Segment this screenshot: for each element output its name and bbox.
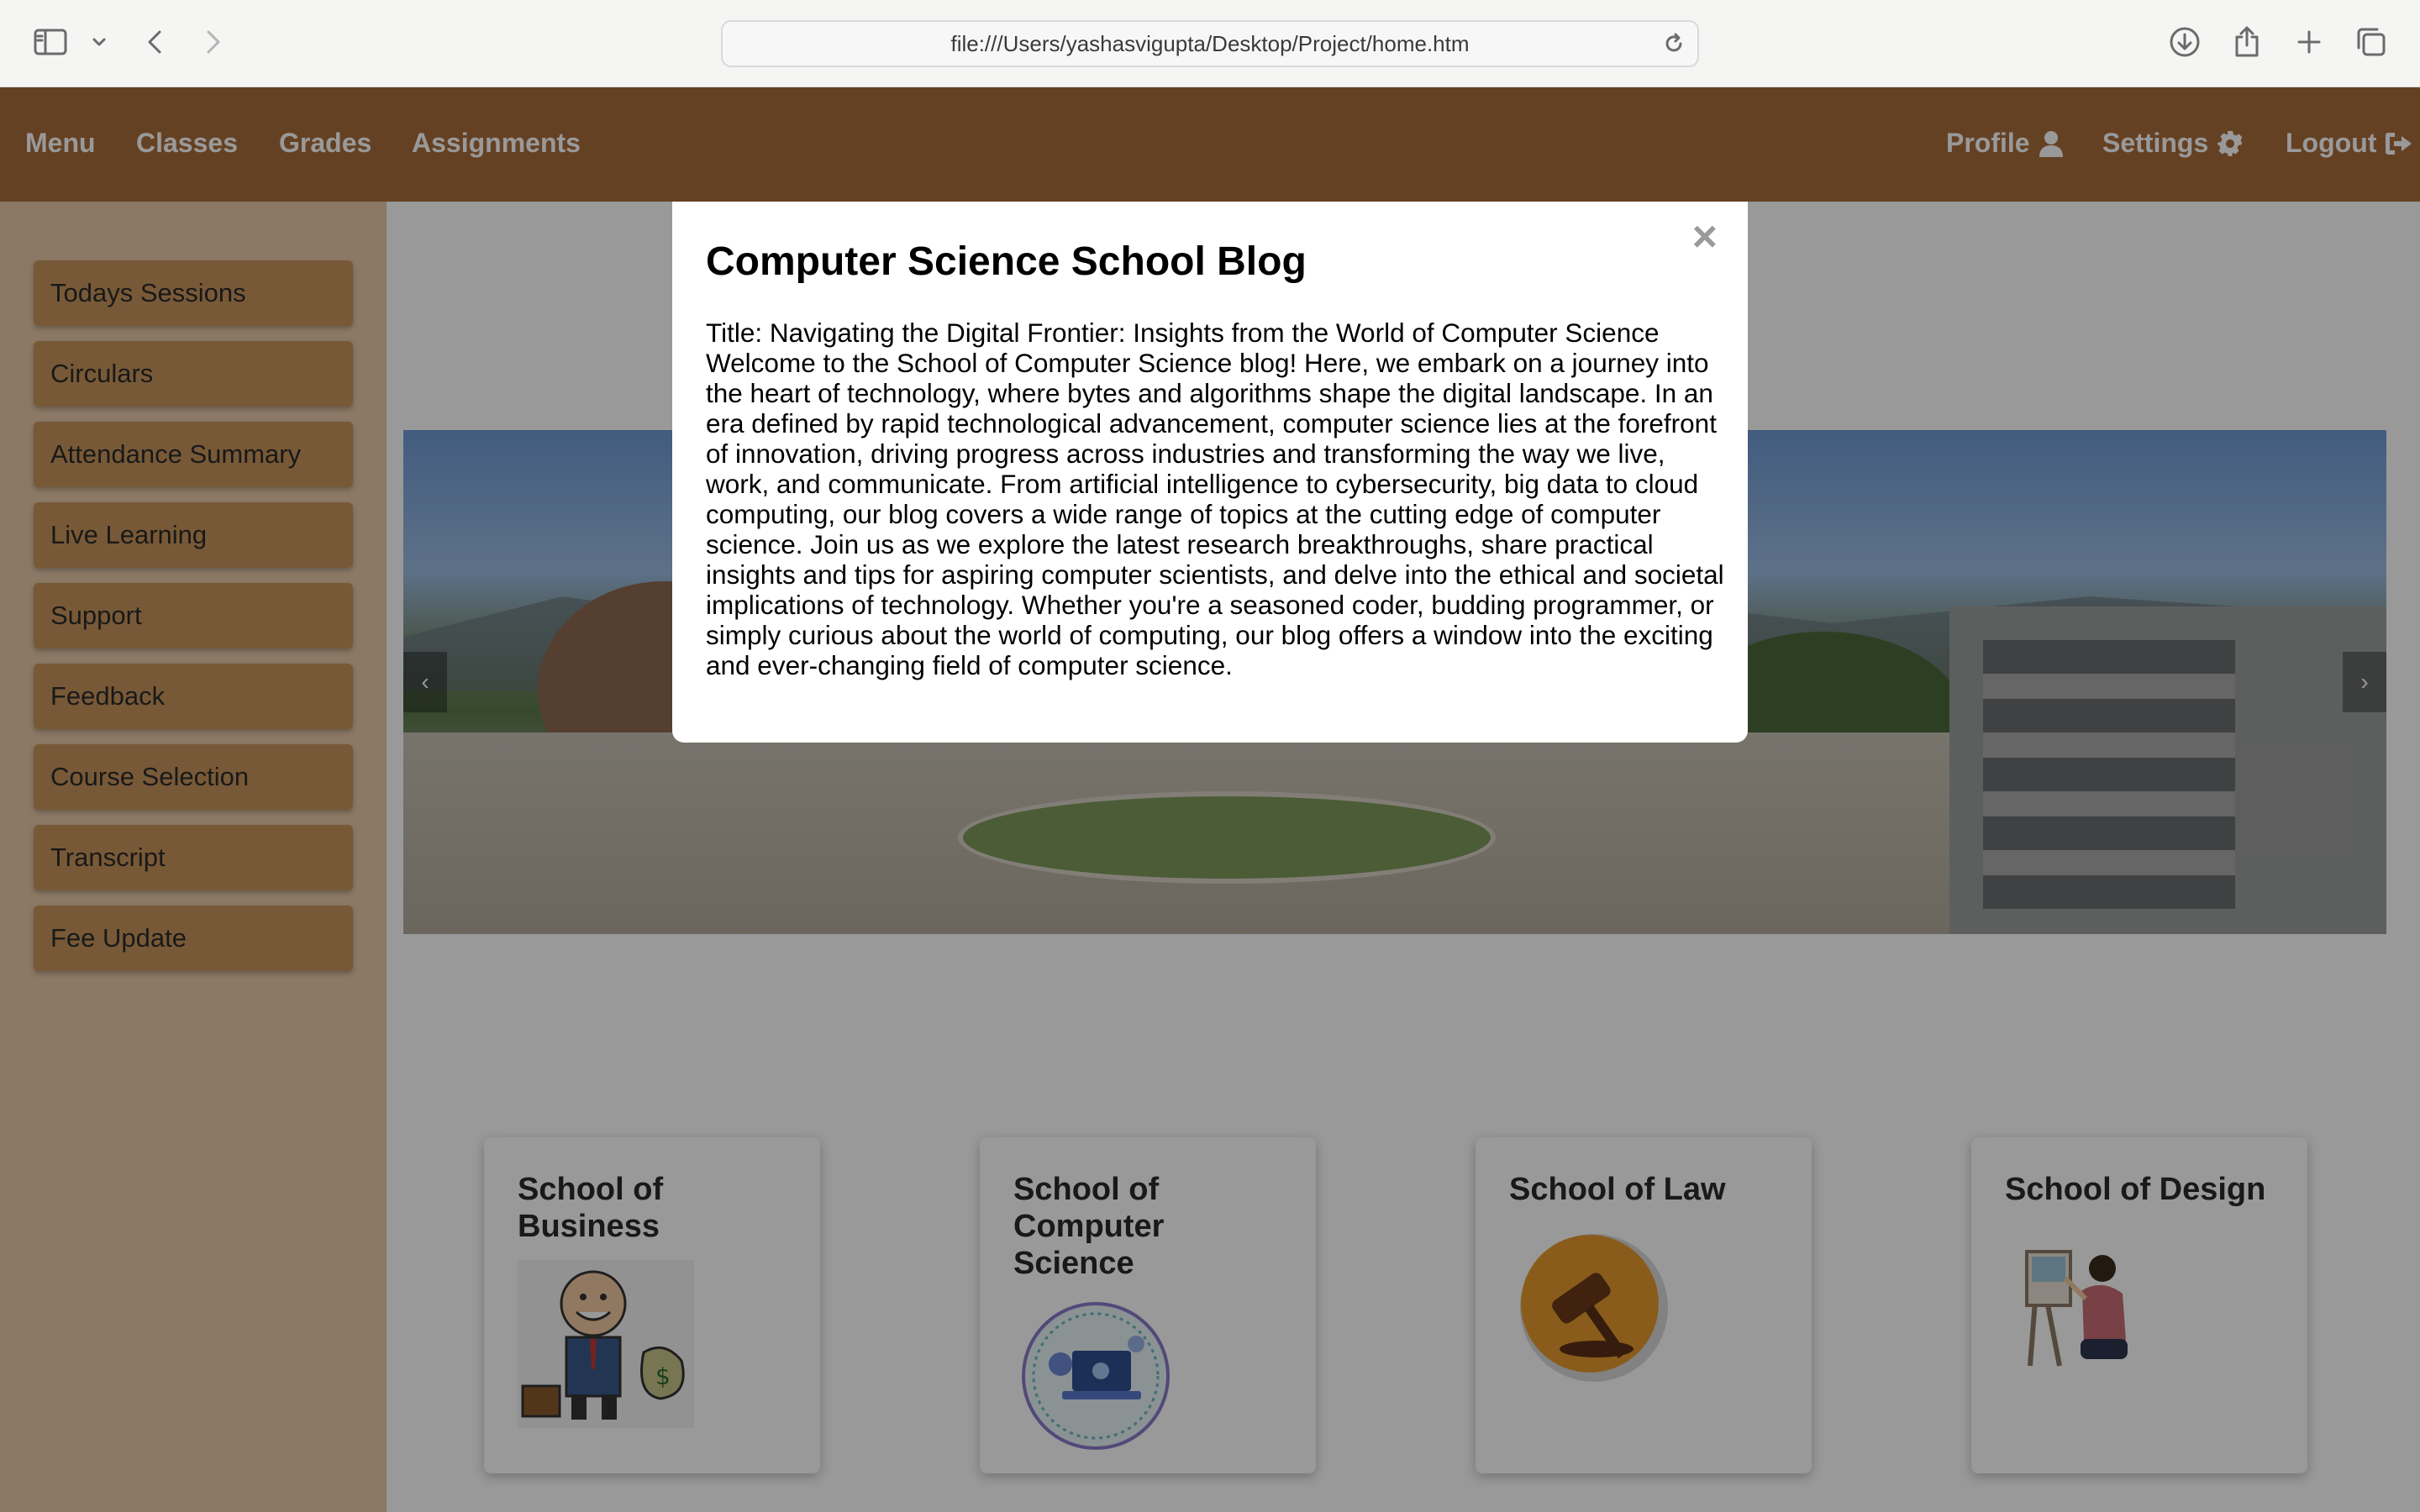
address-bar[interactable]: file:///Users/yashasvigupta/Desktop/Proj…: [721, 20, 1699, 67]
chevron-down-icon[interactable]: [79, 22, 119, 62]
blog-modal: × Computer Science School Blog Title: Na…: [672, 202, 1748, 743]
new-tab-icon[interactable]: [2289, 22, 2329, 62]
tabs-overview-icon[interactable]: [2351, 22, 2391, 62]
download-icon[interactable]: [2165, 22, 2205, 62]
forward-icon[interactable]: [193, 22, 234, 62]
modal-body-text: Title: Navigating the Digital Frontier: …: [706, 318, 1724, 680]
browser-toolbar: file:///Users/yashasvigupta/Desktop/Proj…: [0, 0, 2420, 87]
back-icon[interactable]: [134, 22, 175, 62]
modal-title: Computer Science School Blog: [706, 239, 1307, 284]
sidebar-icon[interactable]: [30, 22, 71, 62]
reload-icon[interactable]: [1662, 32, 1686, 61]
url-text: file:///Users/yashasvigupta/Desktop/Proj…: [950, 30, 1470, 56]
close-icon[interactable]: ×: [1692, 212, 1718, 262]
share-icon[interactable]: [2227, 22, 2267, 62]
